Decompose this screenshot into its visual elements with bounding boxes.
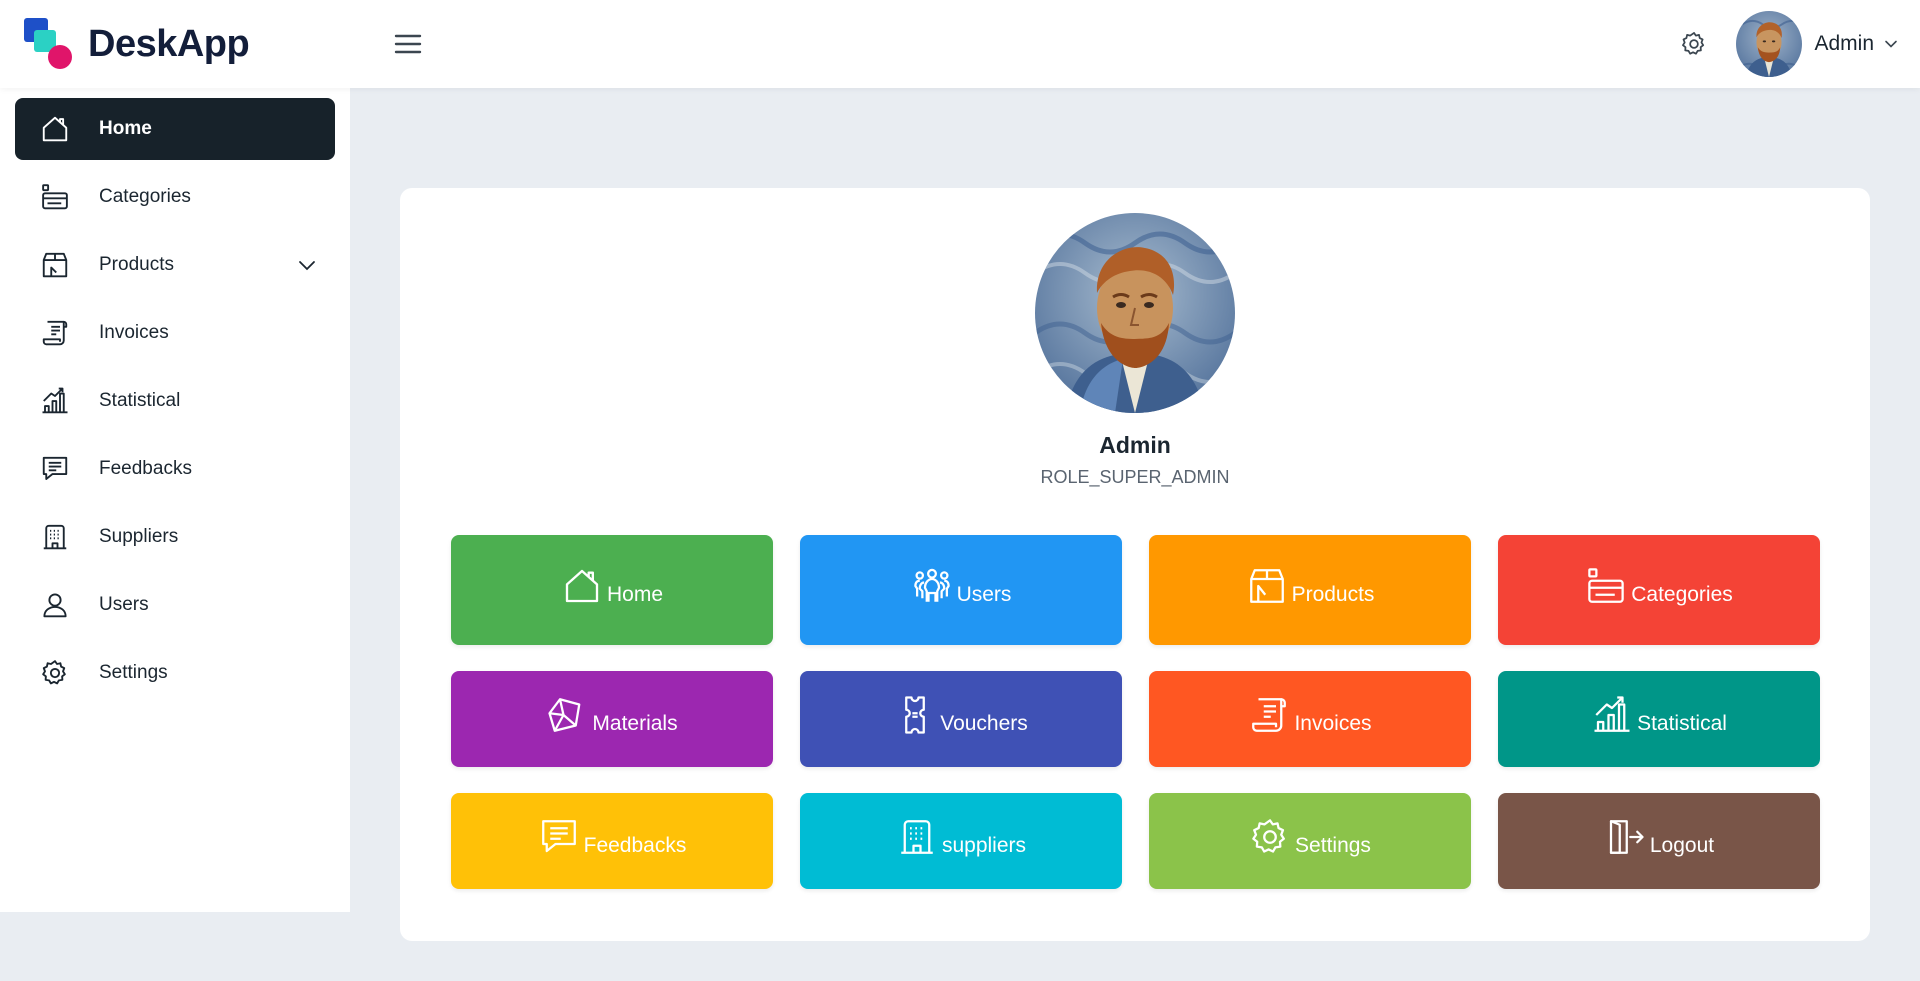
sidebar-item-label: Settings — [99, 662, 168, 683]
statistical-icon — [1591, 694, 1633, 736]
tile-categories[interactable]: Categories — [1498, 535, 1820, 645]
tile-vouchers[interactable]: Vouchers — [800, 671, 1122, 767]
gear-icon — [1682, 32, 1705, 55]
user-menu[interactable]: Admin — [1736, 11, 1898, 77]
cube-icon — [546, 694, 588, 736]
feedbacks-icon — [37, 451, 73, 487]
tile-invoices[interactable]: Invoices — [1149, 671, 1471, 767]
voucher-icon — [894, 694, 936, 736]
avatar — [1736, 11, 1803, 77]
tile-label: Materials — [592, 712, 678, 735]
sidebar-item-label: Home — [99, 118, 152, 139]
sidebar-item-label: Invoices — [99, 322, 169, 343]
profile-avatar — [1035, 213, 1235, 413]
tile-label: Vouchers — [940, 712, 1028, 735]
tile-materials[interactable]: Materials — [451, 671, 773, 767]
tile-label: Categories — [1631, 583, 1733, 606]
tile-users[interactable]: Users — [800, 535, 1122, 645]
tile-label: Home — [606, 583, 664, 606]
sidebar-item-statistical[interactable]: Statistical — [15, 370, 335, 432]
sidebar-item-label: Products — [99, 254, 174, 275]
tile-label: Feedbacks — [583, 834, 687, 857]
products-icon — [37, 247, 73, 283]
sidebar-item-label: Statistical — [99, 390, 181, 411]
suppliers-icon — [896, 816, 938, 858]
users-icon — [37, 587, 73, 623]
hamburger-icon — [394, 34, 422, 54]
tile-settings[interactable]: Settings — [1149, 793, 1471, 889]
tile-label: suppliers — [941, 834, 1027, 857]
sidebar-item-suppliers[interactable]: Suppliers — [15, 506, 335, 568]
sidebar-item-categories[interactable]: Categories — [15, 166, 335, 228]
home-icon — [561, 565, 603, 607]
tile-label: Logout — [1649, 834, 1715, 857]
tile-label: Settings — [1295, 834, 1371, 857]
sidebar-item-feedbacks[interactable]: Feedbacks — [15, 438, 335, 500]
sidebar-item-label: Suppliers — [99, 526, 179, 547]
categories-icon — [1585, 565, 1627, 607]
sidebar-item-label: Users — [99, 594, 149, 615]
categories-icon — [37, 179, 73, 215]
products-icon — [1246, 565, 1288, 607]
chevron-down-icon — [1885, 40, 1897, 48]
users-icon — [911, 565, 953, 607]
feedbacks-icon — [538, 816, 580, 858]
sidebar-item-label: Feedbacks — [99, 458, 192, 479]
suppliers-icon — [37, 519, 73, 555]
chevron-down-icon[interactable] — [295, 253, 319, 277]
top-header: DeskApp Admin — [0, 0, 1920, 88]
logout-icon — [1604, 816, 1646, 858]
invoices-icon — [37, 315, 73, 351]
menu-toggle-button[interactable] — [388, 24, 428, 64]
sidebar: Home Categories Products Invoices Statis… — [0, 88, 350, 912]
sidebar-item-invoices[interactable]: Invoices — [15, 302, 335, 364]
statistical-icon — [37, 383, 73, 419]
tile-feedbacks[interactable]: Feedbacks — [451, 793, 773, 889]
sidebar-item-products[interactable]: Products — [15, 234, 335, 296]
tile-label: Users — [956, 583, 1012, 606]
sidebar-item-users[interactable]: Users — [15, 574, 335, 636]
header-settings-button[interactable] — [1674, 24, 1714, 64]
brand-name: DeskApp — [88, 22, 250, 65]
tile-home[interactable]: Home — [451, 535, 773, 645]
settings-icon — [1249, 816, 1291, 858]
profile-role: ROLE_SUPER_ADMIN — [1040, 467, 1230, 487]
tile-suppliers[interactable]: suppliers — [800, 793, 1122, 889]
tile-statistical[interactable]: Statistical — [1498, 671, 1820, 767]
quick-access-grid: Home Users Products Categories Materials… — [451, 535, 1820, 889]
brand-logo — [24, 18, 76, 70]
tile-label: Invoices — [1294, 712, 1372, 735]
home-icon — [37, 111, 73, 147]
settings-icon — [37, 655, 73, 691]
tile-logout[interactable]: Logout — [1498, 793, 1820, 889]
sidebar-item-label: Categories — [99, 186, 191, 207]
tile-label: Products — [1291, 583, 1375, 606]
tile-label: Statistical — [1637, 712, 1727, 735]
profile-name: Admin — [1099, 432, 1171, 458]
invoices-icon — [1248, 694, 1290, 736]
sidebar-item-home[interactable]: Home — [15, 98, 335, 160]
header-username: Admin — [1814, 32, 1874, 55]
tile-products[interactable]: Products — [1149, 535, 1471, 645]
brand[interactable]: DeskApp — [24, 18, 354, 70]
dashboard-card: Admin ROLE_SUPER_ADMIN Home Users Produc… — [400, 188, 1870, 941]
sidebar-item-settings[interactable]: Settings — [15, 642, 335, 704]
